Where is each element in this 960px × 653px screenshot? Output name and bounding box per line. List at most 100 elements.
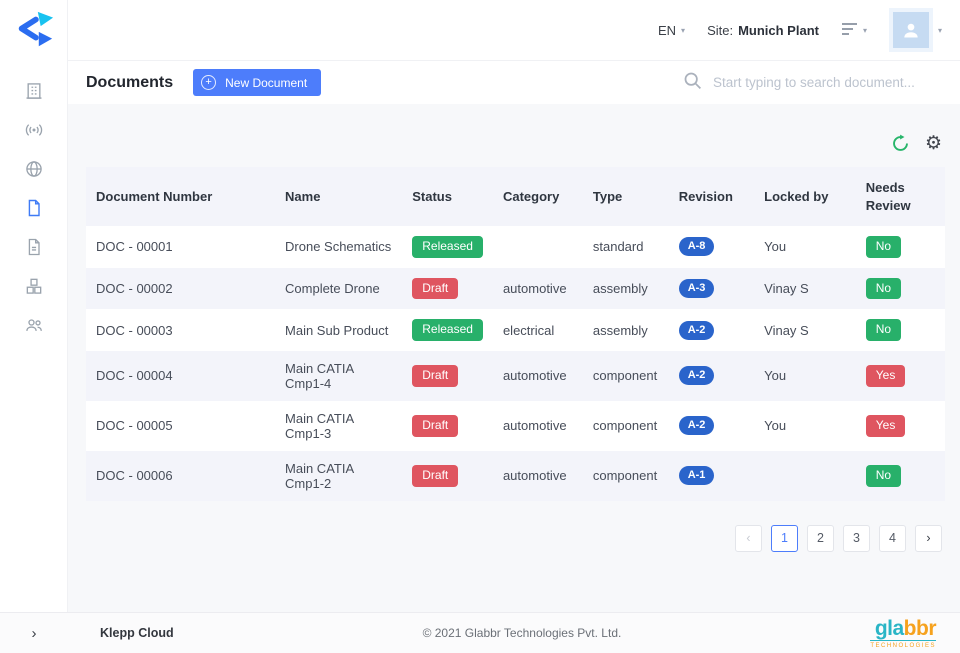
new-document-button[interactable]: + New Document [193,69,322,96]
cell-name: Drone Schematics [285,239,392,255]
cell-type: component [592,418,658,434]
inventory-icon[interactable] [12,266,56,305]
needs-review-badge: No [865,236,902,258]
table-row[interactable]: DOC - 00001 Drone Schematics Released st… [86,226,945,268]
site-label: Site: [707,22,734,38]
table-row[interactable]: DOC - 00006 Main CATIA Cmp1-2 Draft auto… [86,450,945,501]
building-icon[interactable] [12,71,56,110]
table-toolbar: ⚙ [86,134,945,153]
site-selector[interactable]: Site: Munich Plant [707,23,819,38]
site-value: Munich Plant [738,22,819,38]
glabbr-logo-secondary: bbr [903,616,937,640]
col-document-number: Document Number [86,167,276,227]
cell-type: assembly [592,322,648,338]
broadcast-icon[interactable] [12,110,56,149]
cell-category: electrical [502,322,555,338]
revision-badge: A-2 [678,416,715,436]
col-status: Status [402,167,493,227]
cell-category: automotive [502,368,567,384]
needs-review-badge: No [865,465,902,487]
cell-type: standard [592,239,644,255]
cell-name: Main CATIA Cmp1-4 [285,360,354,391]
col-locked-by: Locked by [754,167,856,227]
sidebar-expand-button[interactable]: › [0,625,68,642]
revision-badge: A-2 [678,320,715,340]
language-selector[interactable]: EN ▾ [658,23,685,38]
cell-category [493,226,583,268]
chevron-down-icon: ▾ [681,25,686,35]
documents-icon[interactable] [12,188,56,227]
menu-icon [841,22,858,39]
cell-category: automotive [502,418,567,434]
status-badge: Draft [412,365,459,387]
cell-name: Main CATIA Cmp1-3 [285,410,354,441]
glabbr-logo-subtext: TECHNOLOGIES [870,642,936,649]
pagination-page-1[interactable]: 1 [771,524,798,552]
needs-review-badge: No [865,319,902,341]
menu-dropdown[interactable]: ▾ [841,22,867,39]
col-needs-review: Needs Review [855,167,945,227]
cell-category: automotive [502,280,567,296]
col-revision: Revision [668,167,755,227]
table-row[interactable]: DOC - 00002 Complete Drone Draft automot… [86,267,945,310]
cell-locked-by [754,451,856,501]
content-area: ⚙ Document Number Name Status Category T… [68,104,960,612]
table-row[interactable]: DOC - 00004 Main CATIA Cmp1-4 Draft auto… [86,350,945,401]
pagination-page-3[interactable]: 3 [843,524,870,552]
refresh-icon[interactable] [891,134,910,153]
cell-locked-by: You [764,418,787,434]
status-badge: Released [412,319,483,341]
needs-review-badge: No [865,277,902,300]
needs-review-badge: Yes [865,365,906,387]
cell-locked-by: You [764,368,787,384]
cell-locked-by: Vinay S [764,322,809,338]
col-category: Category [492,167,583,227]
team-icon[interactable] [12,305,56,344]
col-type: Type [582,167,669,227]
table-row[interactable]: DOC - 00003 Main Sub Product Released el… [86,309,945,351]
page-header: Documents + New Document [68,60,960,104]
cell-document-number: DOC - 00005 [96,418,173,434]
col-name: Name [275,167,403,227]
glabbr-logo-primary: gla [874,616,904,640]
page-title: Documents [86,73,174,91]
new-document-label: New Document [225,75,308,90]
footer: › Klepp Cloud © 2021 Glabbr Technologies… [0,612,960,653]
table-row[interactable]: DOC - 00005 Main CATIA Cmp1-3 Draft auto… [86,400,945,451]
globe-icon[interactable] [12,149,56,188]
status-badge: Draft [412,277,459,300]
gear-icon[interactable]: ⚙ [925,134,942,153]
topbar: EN ▾ Site: Munich Plant ▾ ▾ [68,0,960,60]
cell-type: component [592,468,658,484]
revision-badge: A-8 [678,237,715,257]
user-menu[interactable]: ▾ [888,8,942,52]
app-window: EN ▾ Site: Munich Plant ▾ ▾ Documents + … [0,0,960,653]
app-logo[interactable] [13,10,55,55]
main-area: EN ▾ Site: Munich Plant ▾ ▾ Documents + … [68,0,960,612]
footer-app-name: Klepp Cloud [100,626,174,640]
table-header: Document Number Name Status Category Typ… [86,167,945,227]
report-icon[interactable] [12,227,56,266]
cell-document-number: DOC - 00004 [96,368,173,384]
chevron-right-icon: › [31,624,37,642]
cell-document-number: DOC - 00003 [96,322,173,338]
cell-locked-by: Vinay S [764,280,809,296]
search-bar [682,70,944,96]
chevron-down-icon: ▾ [862,25,867,35]
revision-badge: A-3 [678,278,715,298]
user-avatar-icon [892,12,929,48]
cell-name: Main CATIA Cmp1-2 [285,460,354,491]
status-badge: Released [412,236,483,258]
needs-review-badge: Yes [865,415,906,437]
pagination-prev-button[interactable]: ‹ [735,524,762,552]
pagination-page-2[interactable]: 2 [807,524,834,552]
pagination-page-4[interactable]: 4 [879,524,906,552]
search-input[interactable] [713,75,944,90]
glabbr-logo[interactable]: glabbr TECHNOLOGIES [870,616,937,649]
revision-badge: A-2 [678,366,715,386]
pagination-next-button[interactable]: › [915,524,942,552]
cell-document-number: DOC - 00001 [96,239,173,255]
cell-type: component [592,368,658,384]
pagination: ‹ 1 2 3 4 › [86,524,945,552]
cell-document-number: DOC - 00002 [96,280,173,296]
